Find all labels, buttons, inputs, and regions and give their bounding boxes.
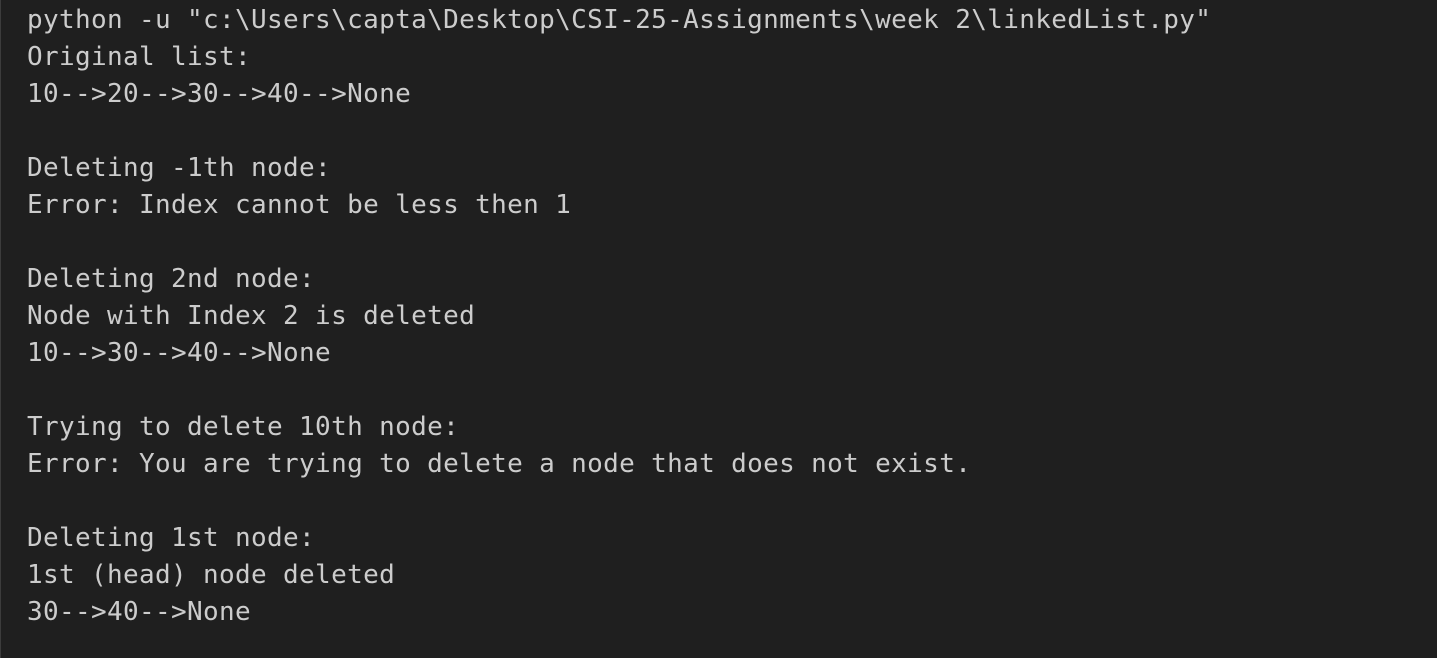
command-line: python -u "c:\Users\capta\Desktop\CSI-25…	[27, 5, 1212, 35]
output-line: Deleting 1st node:	[27, 523, 316, 553]
error-line: Error: You are trying to delete a node t…	[27, 449, 972, 479]
output-line: 10-->20-->30-->40-->None	[27, 79, 412, 109]
error-line: Error: Index cannot be less then 1	[27, 190, 572, 220]
output-line: Deleting -1th node:	[27, 153, 332, 183]
output-line: Trying to delete 10th node:	[27, 412, 460, 442]
output-line: 10-->30-->40-->None	[27, 338, 332, 368]
terminal-output[interactable]: python -u "c:\Users\capta\Desktop\CSI-25…	[0, 0, 1437, 658]
output-line: Deleting 2nd node:	[27, 264, 316, 294]
output-line: Original list:	[27, 42, 252, 72]
output-line: Node with Index 2 is deleted	[27, 301, 476, 331]
output-line: 30-->40-->None	[27, 597, 252, 627]
output-line: 1st (head) node deleted	[27, 560, 396, 590]
